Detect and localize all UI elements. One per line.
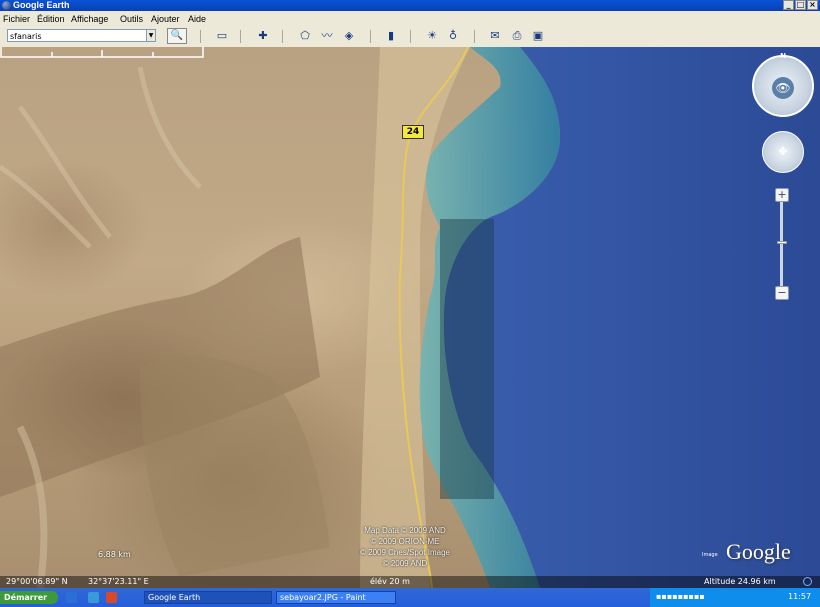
tray-icons[interactable]: ▪▪▪▪▪▪▪▪▪: [656, 592, 705, 601]
menu-add[interactable]: Ajouter: [151, 11, 180, 27]
menu-file[interactable]: Fichier: [3, 11, 30, 27]
browser-quicklaunch-icon[interactable]: [88, 592, 99, 603]
zoom-out-button[interactable]: −: [775, 286, 789, 300]
scale-bar: [0, 47, 204, 58]
sidebar-toggle-icon[interactable]: ▭: [215, 29, 229, 43]
title-bar: Google Earth _ □ ×: [0, 0, 820, 11]
toolbar-separator: [474, 30, 475, 43]
email-icon[interactable]: ✉: [488, 29, 502, 43]
toolbar-separator: [410, 30, 411, 43]
latitude-readout: 29°00'06.89" N: [6, 577, 68, 586]
streaming-indicator-icon: [803, 577, 812, 586]
attribution-line: © 2009 ORION-ME: [370, 537, 440, 546]
start-button[interactable]: Démarrer: [0, 591, 58, 604]
path-icon[interactable]: 〰: [320, 29, 334, 43]
planet-icon[interactable]: ♁: [446, 29, 460, 43]
map-viewport[interactable]: 24 N 👁 ✥ + − Map Data © 2009 AND © 2009 …: [0, 47, 820, 588]
status-bar: 29°00'06.89" N 32°37'23.11" E élév 20 m …: [0, 576, 820, 588]
mountain-ridge: [140, 356, 330, 577]
altitude-readout: Altitude 24.96 km: [704, 577, 776, 586]
elevation-readout: élév 20 m: [370, 577, 410, 586]
map-attribution: Map Data © 2009 AND © 2009 ORION-ME © 20…: [350, 525, 460, 569]
menu-help[interactable]: Aide: [188, 11, 206, 27]
compass-north-label[interactable]: N: [777, 51, 789, 61]
wadi-channel: [0, 66, 202, 249]
clock[interactable]: 11:57: [788, 592, 811, 601]
zoom-in-button[interactable]: +: [775, 188, 789, 202]
sun-icon[interactable]: ☀: [425, 29, 439, 43]
menu-view[interactable]: Affichage: [71, 11, 108, 27]
ruler-icon[interactable]: ▮: [384, 29, 398, 43]
menu-bar: Fichier Édition Affichage Outils Ajouter…: [0, 11, 820, 27]
window-title: Google Earth: [13, 0, 70, 10]
menu-edit[interactable]: Édition: [37, 11, 65, 27]
desktop-quicklaunch-icon[interactable]: [66, 592, 77, 603]
eye-icon[interactable]: 👁: [772, 77, 794, 99]
view-in-maps-icon[interactable]: ▣: [531, 29, 545, 43]
longitude-readout: 32°37'23.11" E: [88, 577, 149, 586]
attribution-line: © 2009 Cnes/Spot Image: [360, 548, 450, 557]
zoom-slider-handle[interactable]: [777, 241, 787, 244]
overlay-icon[interactable]: ◈: [342, 29, 356, 43]
attribution-line: Map Data © 2009 AND: [364, 526, 446, 535]
print-icon[interactable]: ⎙: [510, 29, 524, 43]
polygon-icon[interactable]: ⬠: [298, 29, 312, 43]
search-go-icon[interactable]: 🔍: [167, 28, 187, 44]
toolbar-separator: [240, 30, 241, 43]
toolbar-separator: [200, 30, 201, 43]
search-input[interactable]: sfanaris: [7, 29, 147, 42]
toolbar-separator: [282, 30, 283, 43]
imagery-tile-overlay: [440, 219, 494, 499]
maximize-button[interactable]: □: [795, 0, 806, 10]
toolbar-separator: [370, 30, 371, 43]
taskbar-item-google-earth[interactable]: Google Earth: [144, 591, 272, 604]
minimize-button[interactable]: _: [783, 0, 794, 10]
taskbar-item-paint[interactable]: sebayoar2.JPG - Paint: [276, 591, 396, 604]
search-dropdown-button[interactable]: ▼: [146, 29, 156, 42]
close-button[interactable]: ×: [807, 0, 818, 10]
menu-tools[interactable]: Outils: [120, 11, 143, 27]
google-logo: Google: [726, 539, 791, 564]
placemark-icon[interactable]: ✚: [256, 29, 270, 43]
road-shield-label[interactable]: 24: [402, 125, 424, 139]
toolbar: sfanaris ▼ 🔍 ▭ ✚ ⬠ 〰 ◈ ▮ ☀ ♁ ✉ ⎙ ▣: [0, 27, 820, 48]
taskbar: Démarrer Google Earth sebayoar2.JPG - Pa…: [0, 588, 820, 607]
hand-icon[interactable]: ✥: [775, 144, 791, 160]
system-tray: ▪▪▪▪▪▪▪▪▪ 11:57: [650, 588, 820, 607]
media-quicklaunch-icon[interactable]: [106, 592, 117, 603]
zoom-slider-track[interactable]: [780, 195, 783, 295]
attribution-line: © 2009 AND: [382, 559, 428, 568]
google-logo-prefix: Image: [702, 552, 718, 558]
google-earth-app-icon: [2, 1, 11, 10]
scale-label: 6.88 km: [98, 550, 131, 559]
